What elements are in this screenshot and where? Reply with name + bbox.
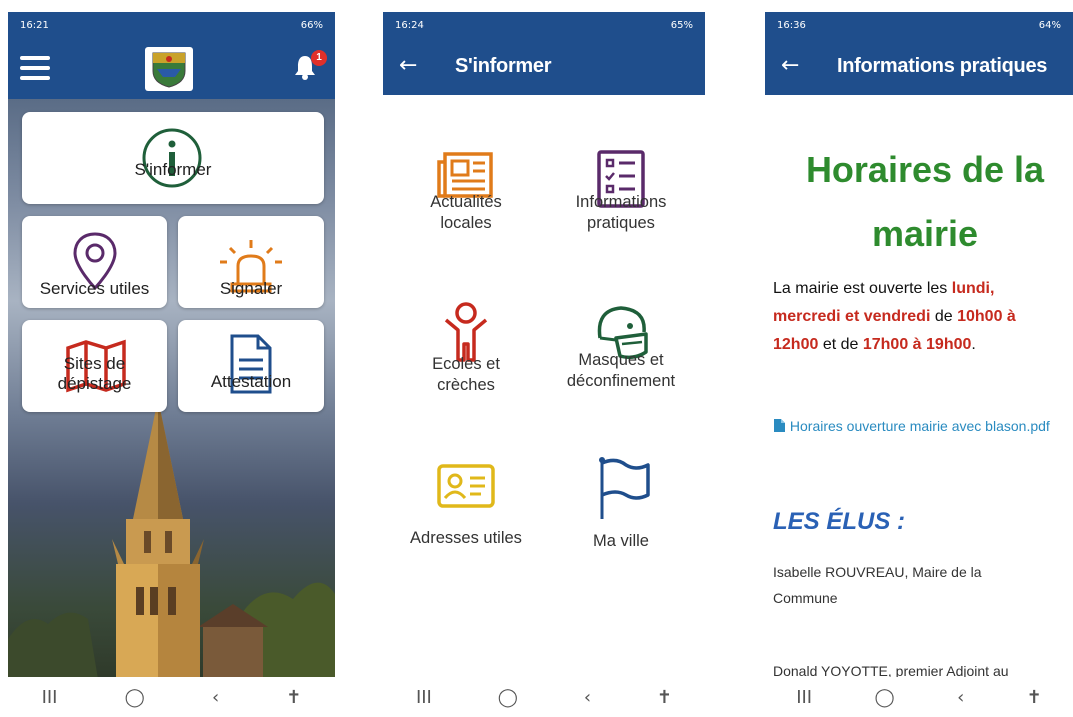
- attestation-tile[interactable]: Attestation: [178, 320, 324, 412]
- page-title: Informations pratiques: [837, 55, 1048, 77]
- page-heading-line1: Horaires de la: [805, 149, 1045, 190]
- sites-depistage-tile[interactable]: Sites de dépistage: [22, 320, 167, 412]
- adresses-utiles-label: Adresses utiles: [410, 529, 522, 547]
- status-time: 16:21: [20, 20, 49, 31]
- days-highlight: mercredi et vendredi: [773, 308, 931, 325]
- accessibility-button[interactable]: ✝: [657, 687, 672, 708]
- notification-badge: 1: [311, 50, 327, 66]
- signaler-tile[interactable]: Signaler: [178, 216, 324, 308]
- system-nav-bar: III ◯ ‹ ✝: [765, 677, 1073, 717]
- services-utiles-label: Services utiles: [39, 279, 150, 298]
- flag-icon: [599, 457, 650, 519]
- recent-apps-button[interactable]: III: [42, 687, 58, 708]
- attestation-label: Attestation: [210, 372, 292, 391]
- bell-icon[interactable]: 1: [290, 50, 327, 86]
- text-segment: de: [930, 308, 958, 325]
- elu-text: Isabelle ROUVREAU, Maire de la Commune: [773, 564, 982, 606]
- status-battery: 66%: [300, 20, 323, 31]
- home-screen: 16:21 66% 1 S'informer Services utiles S…: [8, 0, 335, 717]
- app-bar: ← Informations pratiques: [765, 39, 1073, 95]
- pdf-link[interactable]: Horaires ouverture mairie avec blason.pd…: [773, 413, 1063, 439]
- adresses-utiles-item[interactable]: Adresses utiles: [391, 462, 541, 547]
- contact-card-icon: [437, 464, 495, 508]
- system-nav-bar: III ◯ ‹ ✝: [383, 677, 705, 717]
- masques-deconfinement-label: Masques et déconfinement: [566, 351, 676, 390]
- recent-apps-button[interactable]: III: [416, 687, 432, 708]
- signaler-label: Signaler: [219, 279, 283, 298]
- town-logo: [145, 47, 193, 91]
- home-button[interactable]: ◯: [498, 687, 518, 708]
- status-time: 16:36: [777, 20, 806, 31]
- informations-pratiques-label: Informations pratiques: [575, 193, 667, 232]
- services-utiles-tile[interactable]: Services utiles: [22, 216, 167, 308]
- informations-pratiques-screen: 16:36 64% ← Informations pratiques Horai…: [765, 0, 1073, 717]
- hours-highlight: 17h00 à 19h00: [862, 336, 972, 353]
- app-bar: 1: [8, 39, 335, 99]
- home-button[interactable]: ◯: [125, 687, 145, 708]
- info-icon: [142, 128, 202, 188]
- days-highlight: lundi,: [951, 280, 995, 297]
- accessibility-button[interactable]: ✝: [1027, 687, 1042, 708]
- accessibility-button[interactable]: ✝: [286, 687, 301, 708]
- text-segment: La mairie est ouverte les: [773, 280, 952, 297]
- page-heading-line2: mairie: [871, 213, 979, 254]
- menu-icon[interactable]: [20, 56, 50, 80]
- text-segment: .: [971, 336, 976, 353]
- masques-deconfinement-item[interactable]: Masques et déconfinement: [546, 302, 696, 406]
- informations-pratiques-item[interactable]: Informations pratiques: [546, 148, 696, 252]
- sinformer-label: S'informer: [134, 160, 212, 179]
- app-bar: ← S'informer: [383, 39, 705, 95]
- system-nav-bar: III ◯ ‹ ✝: [8, 677, 335, 717]
- sinformer-tile[interactable]: S'informer: [22, 112, 324, 204]
- actualites-locales-item[interactable]: Actualités locales: [391, 150, 541, 242]
- status-battery: 65%: [670, 20, 693, 31]
- ecoles-creches-label: Ecoles et crèches: [432, 355, 500, 394]
- pdf-link-text: Horaires ouverture mairie avec blason.pd…: [789, 418, 1050, 434]
- ma-ville-label: Ma ville: [593, 532, 649, 550]
- file-icon: [774, 419, 785, 432]
- sites-depistage-label: Sites de dépistage: [57, 354, 132, 393]
- status-bar: 16:21 66%: [8, 12, 335, 39]
- status-battery: 64%: [1038, 20, 1061, 31]
- back-button[interactable]: ‹: [957, 687, 964, 708]
- status-time: 16:24: [395, 20, 424, 31]
- back-arrow-icon[interactable]: ←: [399, 53, 417, 78]
- back-button[interactable]: ‹: [212, 687, 219, 708]
- hours-highlight: 10h00 à: [957, 308, 1016, 325]
- elus-heading: LES ÉLUS :: [773, 508, 906, 535]
- recent-apps-button[interactable]: III: [796, 687, 812, 708]
- sinformer-screen: 16:24 65% ← S'informer Actualités locale…: [383, 0, 705, 717]
- ecoles-creches-item[interactable]: Ecoles et crèches: [391, 300, 541, 406]
- back-button[interactable]: ‹: [584, 687, 591, 708]
- hours-highlight: 12h00: [773, 336, 819, 353]
- home-button[interactable]: ◯: [875, 687, 895, 708]
- page-title: S'informer: [455, 55, 552, 77]
- back-arrow-icon[interactable]: ←: [781, 53, 799, 78]
- opening-hours-text: La mairie est ouverte les lundi, mercred…: [773, 275, 1073, 359]
- status-bar: 16:36 64%: [765, 12, 1073, 39]
- actualites-locales-label: Actualités locales: [430, 193, 502, 232]
- status-bar: 16:24 65%: [383, 12, 705, 39]
- ma-ville-item[interactable]: Ma ville: [546, 455, 696, 550]
- text-segment: et de: [818, 336, 863, 353]
